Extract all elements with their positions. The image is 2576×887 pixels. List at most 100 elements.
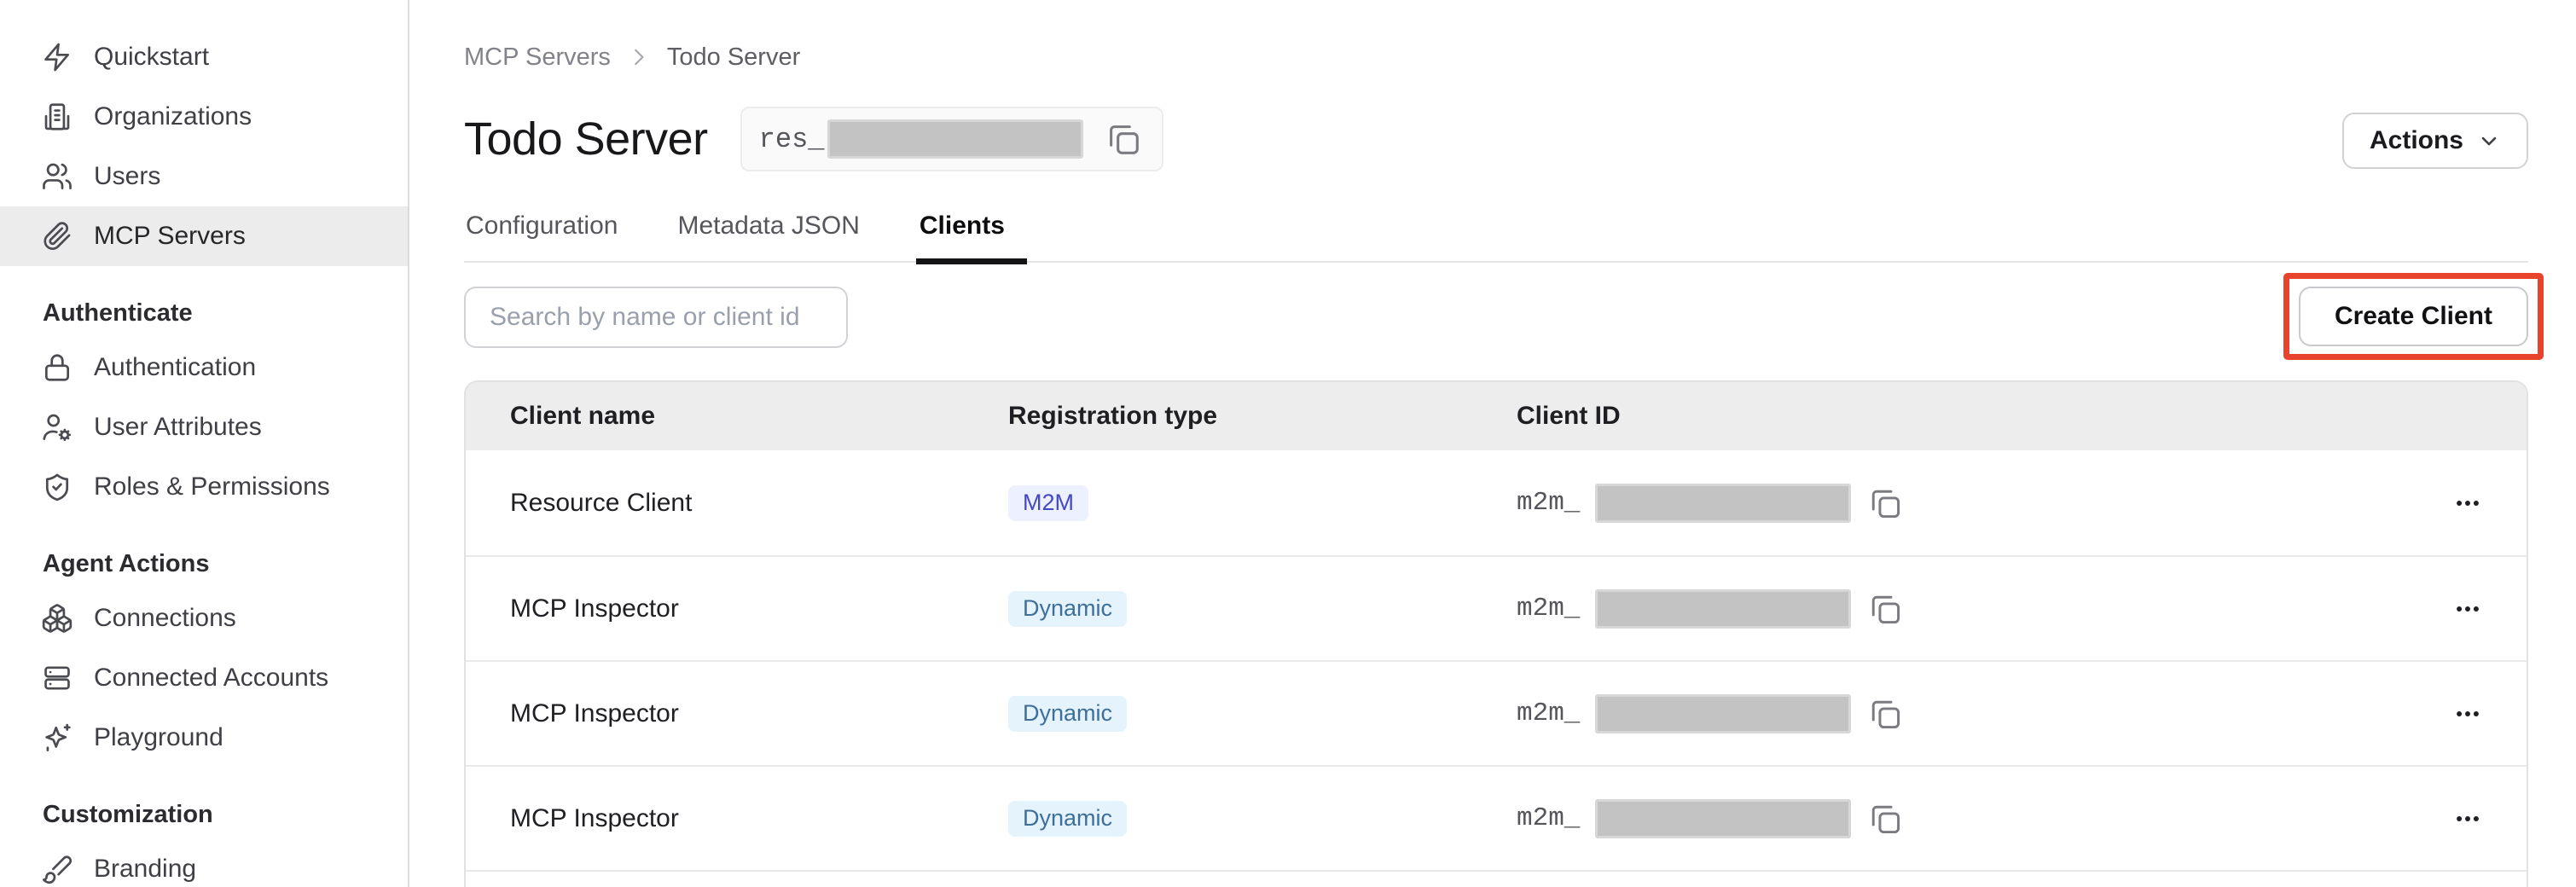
page-header: Todo Server res_ <box>464 106 2528 172</box>
copy-resource-id-button[interactable] <box>1104 119 1143 159</box>
table-row: MCP Inspector Dynamic m2m_ <box>466 555 2527 660</box>
sidebar-item-label: Connections <box>94 604 236 633</box>
client-id-redaction <box>1595 484 1851 523</box>
client-id-redaction <box>1595 589 1851 629</box>
bolt-icon <box>41 41 73 73</box>
paintbrush-icon <box>41 853 73 885</box>
sidebar-section-label: Customization <box>43 801 213 829</box>
sidebar-nav: Quickstart Organizations Users MCP Serve… <box>0 0 409 887</box>
client-name-cell: Resource Client <box>510 489 1008 518</box>
create-client-button[interactable]: Create Client <box>2299 287 2528 346</box>
table-row: MCP Inspector Dynamic m2m_ <box>466 765 2527 870</box>
copy-client-id-button[interactable] <box>1866 484 1904 522</box>
row-menu-button[interactable] <box>2453 804 2482 833</box>
sidebar-item-organizations[interactable]: Organizations <box>0 87 408 147</box>
sidebar-item-label: Playground <box>94 723 223 752</box>
breadcrumb-mcp-servers[interactable]: MCP Servers <box>464 43 611 72</box>
sidebar-item-user-attributes[interactable]: User Attributes <box>0 397 408 457</box>
client-id-prefix: m2m_ <box>1517 803 1580 833</box>
sidebar-item-label: User Attributes <box>94 413 262 442</box>
sidebar-section-customization: Customization <box>0 790 408 839</box>
client-name-cell: MCP Inspector <box>510 804 1008 833</box>
registration-type-badge: Dynamic <box>1008 801 1127 837</box>
sidebar-section-label: Authenticate <box>43 299 193 328</box>
client-id-redaction <box>1595 694 1851 733</box>
client-id-cell: m2m_ <box>1517 799 2387 838</box>
sidebar-item-connections[interactable]: Connections <box>0 588 408 648</box>
table-row: Resource Client M2M m2m_ <box>466 450 2527 555</box>
sidebar-item-label: Organizations <box>94 102 252 131</box>
sidebar-item-label: Connected Accounts <box>94 664 328 693</box>
tab-clients[interactable]: Clients <box>918 212 1007 261</box>
table-body: Resource Client M2M m2m_ MCP Inspector D… <box>466 450 2527 870</box>
copy-icon <box>1104 119 1143 159</box>
sidebar-item-roles-permissions[interactable]: Roles & Permissions <box>0 457 408 517</box>
registration-type-badge: Dynamic <box>1008 696 1127 732</box>
breadcrumb-todo-server: Todo Server <box>667 43 800 72</box>
client-name-cell: MCP Inspector <box>510 699 1008 728</box>
table-row: MCP Inspector Dynamic m2m_ <box>466 660 2527 765</box>
client-id-cell: m2m_ <box>1517 484 2387 523</box>
actions-button-label: Actions <box>2370 126 2463 155</box>
copy-client-id-button[interactable] <box>1866 590 1904 628</box>
tab-bar: Configuration Metadata JSON Clients <box>464 212 2528 263</box>
cubes-icon <box>41 602 73 635</box>
main-content: MCP Servers Todo Server Todo Server res_… <box>409 0 2576 887</box>
ellipsis-icon <box>2453 804 2482 833</box>
copy-icon <box>1866 800 1904 838</box>
page-title: Todo Server <box>464 113 708 165</box>
row-menu-button[interactable] <box>2453 594 2482 623</box>
shield-check-icon <box>41 471 73 503</box>
actions-button[interactable]: Actions <box>2342 113 2528 169</box>
clients-toolbar: Create Client <box>464 287 2528 348</box>
stacked-rows-icon <box>41 662 73 694</box>
chevron-down-icon <box>2477 129 2501 153</box>
sidebar-item-branding[interactable]: Branding <box>0 839 408 887</box>
tab-configuration[interactable]: Configuration <box>464 212 619 261</box>
ellipsis-icon <box>2453 699 2482 728</box>
lock-icon <box>41 351 73 384</box>
copy-icon <box>1866 695 1904 733</box>
registration-type-badge: M2M <box>1008 485 1088 521</box>
resource-id-redaction <box>827 119 1083 159</box>
client-id-cell: m2m_ <box>1517 694 2387 733</box>
client-id-redaction <box>1595 799 1851 838</box>
sidebar-item-label: Users <box>94 162 160 191</box>
copy-icon <box>1866 590 1904 628</box>
row-menu-button[interactable] <box>2453 489 2482 518</box>
sidebar-section-agent-actions: Agent Actions <box>0 539 408 588</box>
sidebar-item-label: Branding <box>94 855 196 884</box>
copy-client-id-button[interactable] <box>1866 800 1904 838</box>
row-menu-button[interactable] <box>2453 699 2482 728</box>
sidebar-item-users[interactable]: Users <box>0 147 408 206</box>
client-id-prefix: m2m_ <box>1517 594 1580 623</box>
column-header-client-id: Client ID <box>1517 402 2387 431</box>
breadcrumb: MCP Servers Todo Server <box>464 43 2528 72</box>
client-id-cell: m2m_ <box>1517 589 2387 629</box>
sidebar-item-authentication[interactable]: Authentication <box>0 338 408 397</box>
copy-icon <box>1866 484 1904 522</box>
chevron-right-icon <box>626 44 652 70</box>
client-id-prefix: m2m_ <box>1517 488 1580 518</box>
resource-id-prefix: res_ <box>759 124 825 155</box>
users-icon <box>41 160 73 193</box>
sidebar-section-authenticate: Authenticate <box>0 288 408 338</box>
sidebar-item-label: Authentication <box>94 353 256 382</box>
sidebar-item-quickstart[interactable]: Quickstart <box>0 27 408 87</box>
client-name-cell: MCP Inspector <box>510 594 1008 623</box>
registration-type-badge: Dynamic <box>1008 591 1127 627</box>
table-header-row: Client name Registration type Client ID <box>466 382 2527 450</box>
user-gear-icon <box>41 411 73 444</box>
resource-id-chip: res_ <box>740 107 1164 171</box>
column-header-client-name: Client name <box>510 402 1008 431</box>
sidebar-item-label: Roles & Permissions <box>94 472 330 501</box>
sidebar-item-mcp-servers[interactable]: MCP Servers <box>0 206 408 266</box>
sidebar-item-playground[interactable]: Playground <box>0 708 408 768</box>
copy-client-id-button[interactable] <box>1866 695 1904 733</box>
sidebar-item-connected-accounts[interactable]: Connected Accounts <box>0 648 408 708</box>
client-id-prefix: m2m_ <box>1517 699 1580 728</box>
tab-metadata-json[interactable]: Metadata JSON <box>676 212 861 261</box>
paperclip-icon <box>41 220 73 252</box>
sidebar-section-label: Agent Actions <box>43 550 209 578</box>
search-input[interactable] <box>464 287 848 348</box>
